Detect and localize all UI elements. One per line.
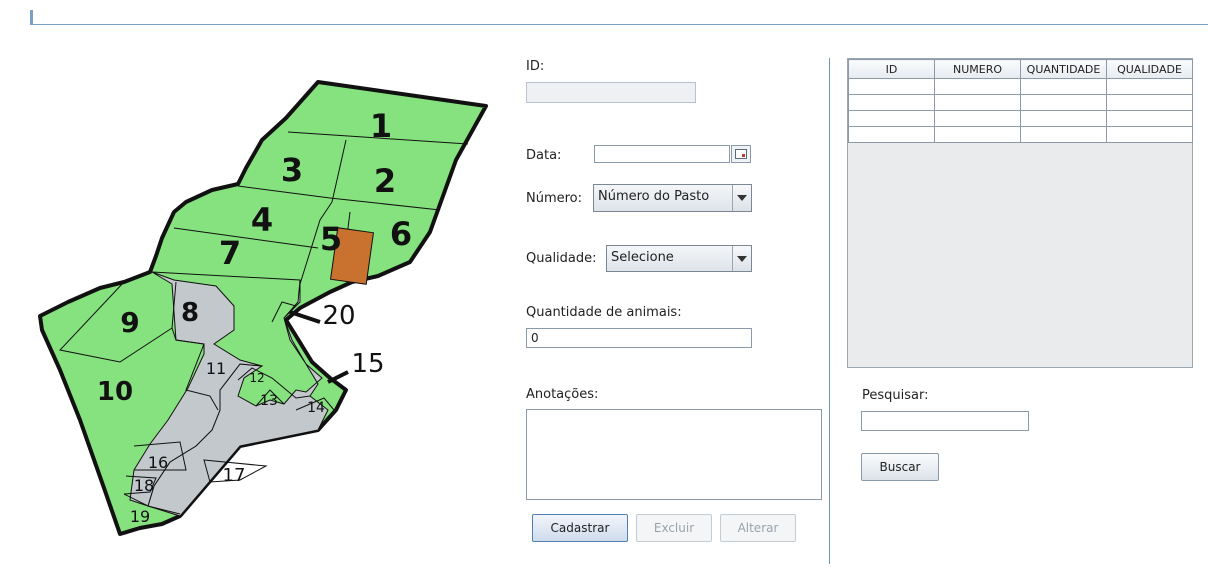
pasture-label-15: 15 [351,349,384,379]
table-cell [1106,94,1193,111]
table-row[interactable] [848,78,1193,95]
records-table[interactable]: ID NUMERO QUANTIDADE QUALIDADE [847,58,1193,368]
pasture-label-8: 8 [181,298,199,328]
buscar-button[interactable]: Buscar [861,453,939,481]
pasture-label-14: 14 [307,400,325,416]
pasture-label-9: 9 [120,306,139,339]
pasture-label-12: 12 [249,371,264,385]
pasture-label-10: 10 [97,377,133,407]
column-header-numero[interactable]: NUMERO [934,59,1021,79]
pasture-label-1: 1 [370,107,392,145]
table-row[interactable] [848,110,1193,127]
anotacoes-label: Anotações: [526,387,599,402]
pesquisar-label: Pesquisar: [862,388,929,403]
table-cell [848,110,935,127]
column-header-id[interactable]: ID [848,59,935,79]
column-header-quantidade[interactable]: QUANTIDADE [1020,59,1107,79]
table-cell [1106,110,1193,127]
quantidade-field[interactable] [526,328,752,348]
table-cell [934,126,1021,143]
table-header-row: ID NUMERO QUANTIDADE QUALIDADE [848,59,1193,79]
records-grid: ID NUMERO QUANTIDADE QUALIDADE [848,59,1193,143]
pasture-label-4: 4 [251,201,273,239]
table-cell [1020,78,1107,95]
table-cell [934,78,1021,95]
data-label: Data: [526,148,562,163]
pasture-label-13: 13 [260,393,278,409]
qualidade-selected-value: Selecione [611,250,674,265]
table-cell [1106,78,1193,95]
pasture-label-16: 16 [148,453,168,472]
header-divider [30,24,1208,25]
chevron-down-icon[interactable] [732,185,751,211]
pasture-label-7: 7 [219,234,241,272]
date-field[interactable] [594,145,730,163]
pasture-label-18: 18 [134,476,154,495]
pasture-label-2: 2 [374,162,396,200]
qualidade-label: Qualidade: [526,251,597,266]
pasture-label-20: 20 [322,301,355,331]
quantidade-label: Quantidade de animais: [526,305,682,320]
qualidade-select[interactable]: Selecione [606,245,752,272]
numero-selected-value: Número do Pasto [598,189,710,204]
numero-select[interactable]: Número do Pasto [593,184,752,212]
table-row[interactable] [848,126,1193,143]
cadastrar-button[interactable]: Cadastrar [532,514,628,542]
pasture-label-11: 11 [206,359,226,378]
calendar-icon [735,149,747,159]
table-cell [1020,94,1107,111]
alterar-button[interactable]: Alterar [720,514,796,542]
table-cell [1020,126,1107,143]
pasture-label-3: 3 [281,151,303,189]
chevron-down-icon[interactable] [732,246,751,271]
search-input[interactable] [861,411,1029,431]
table-cell [934,94,1021,111]
table-cell [848,126,935,143]
table-cell [934,110,1021,127]
pasture-map: 1 2 3 4 5 6 7 8 9 10 11 12 13 14 15 16 1… [38,80,488,536]
id-field [526,82,696,103]
panel-divider [829,58,830,564]
anotacoes-textarea[interactable] [526,409,822,500]
table-cell [848,94,935,111]
pasture-label-19: 19 [130,507,150,526]
calendar-button[interactable] [731,145,751,163]
pasture-label-6: 6 [390,215,412,253]
pasture-label-17: 17 [223,465,246,486]
numero-label: Número: [526,191,583,206]
table-cell [1106,126,1193,143]
pasture-label-5: 5 [320,220,342,258]
table-row[interactable] [848,94,1193,111]
column-header-qualidade[interactable]: QUALIDADE [1106,59,1193,79]
excluir-button[interactable]: Excluir [636,514,712,542]
id-label: ID: [526,59,545,74]
table-cell [848,78,935,95]
table-cell [1020,110,1107,127]
title-accent-mark [30,10,33,25]
